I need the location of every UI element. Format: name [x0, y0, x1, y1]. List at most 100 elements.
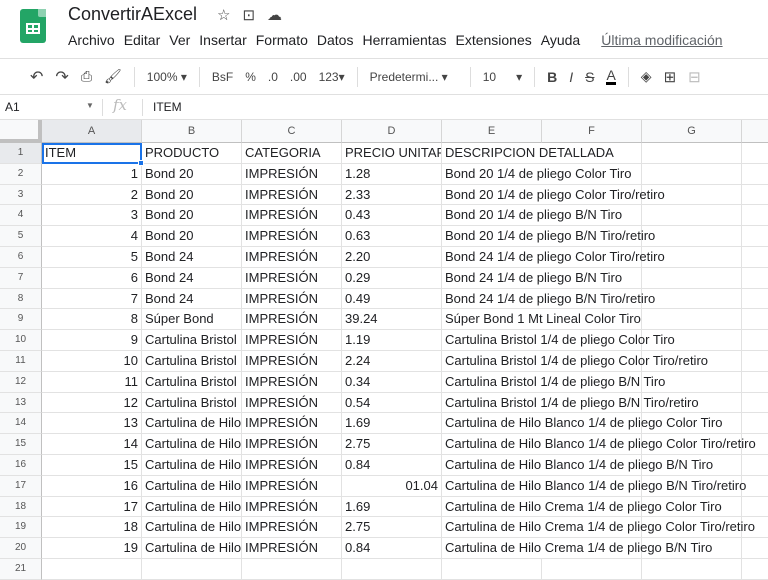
fill-handle[interactable] — [138, 160, 144, 166]
cell-E4[interactable]: Bond 20 1/4 de pliego B/N Tiro — [442, 205, 622, 227]
empty-cell[interactable] — [742, 185, 768, 206]
cell-A11[interactable]: 10 — [42, 351, 142, 372]
empty-cell[interactable] — [642, 559, 742, 580]
star-icon[interactable]: ☆ — [217, 6, 230, 24]
cell-C15[interactable]: IMPRESIÓN — [242, 434, 342, 455]
row-header[interactable]: 21 — [0, 559, 42, 580]
cell-D8[interactable]: 0.49 — [342, 288, 442, 310]
cell-E17[interactable]: Cartulina de Hilo Blanco 1/4 de pliego B… — [442, 476, 746, 497]
name-box-dropdown-icon[interactable]: ▼ — [86, 101, 94, 110]
cell-A19[interactable]: 18 — [42, 517, 142, 539]
cell-C16[interactable]: IMPRESIÓN — [242, 455, 342, 476]
cell-B4[interactable]: Bond 20 — [142, 205, 242, 227]
cell-D5[interactable]: 0.63 — [342, 226, 442, 247]
empty-cell[interactable] — [642, 267, 742, 289]
cell-A20[interactable]: 19 — [42, 538, 142, 559]
cell-C8[interactable]: IMPRESIÓN — [242, 288, 342, 310]
cell-B19[interactable]: Cartulina de Hilo — [142, 517, 242, 539]
column-header-h[interactable] — [742, 120, 768, 143]
strikethrough-button[interactable]: S — [585, 69, 594, 85]
cell-B5[interactable]: Bond 20 — [142, 226, 242, 247]
font-size-select[interactable]: 10 ▾ — [483, 70, 522, 84]
row-header[interactable]: 19 — [0, 517, 42, 539]
cell-A13[interactable]: 12 — [42, 392, 142, 414]
move-folder-icon[interactable]: ⊡ — [242, 6, 255, 24]
menu-ayuda[interactable]: Ayuda — [541, 32, 580, 48]
column-header-f[interactable]: F — [542, 120, 642, 143]
empty-cell[interactable] — [242, 559, 342, 580]
cell-B6[interactable]: Bond 24 — [142, 247, 242, 268]
row-header[interactable]: 13 — [0, 392, 42, 414]
cell-B3[interactable]: Bond 20 — [142, 184, 242, 206]
cell-E14[interactable]: Cartulina de Hilo Blanco 1/4 de pliego C… — [442, 413, 723, 435]
document-title[interactable]: ConvertirAExcel — [68, 4, 197, 25]
cell-E10[interactable]: Cartulina Bristol 1/4 de pliego Color Ti… — [442, 330, 675, 351]
cell-E20[interactable]: Cartulina de Hilo Crema 1/4 de pliego B/… — [442, 538, 712, 559]
cell-C10[interactable]: IMPRESIÓN — [242, 330, 342, 351]
cell-D9[interactable]: 39.24 — [342, 309, 442, 331]
row-header[interactable]: 10 — [0, 330, 42, 351]
empty-cell[interactable] — [742, 268, 768, 289]
cell-C5[interactable]: IMPRESIÓN — [242, 226, 342, 247]
empty-cell[interactable] — [742, 372, 768, 393]
cell-C7[interactable]: IMPRESIÓN — [242, 267, 342, 289]
column-header-c[interactable]: C — [242, 120, 342, 143]
cell-D1[interactable]: PRECIO UNITARIO — [342, 143, 442, 164]
empty-cell[interactable] — [42, 559, 142, 580]
merge-cells-icon[interactable]: ⊟ — [688, 68, 701, 86]
column-header-b[interactable]: B — [142, 120, 242, 143]
empty-cell[interactable] — [642, 163, 742, 185]
empty-cell[interactable] — [742, 143, 768, 164]
empty-cell[interactable] — [642, 288, 742, 310]
cell-D17[interactable]: 01.04 — [342, 475, 442, 497]
row-header[interactable]: 8 — [0, 288, 42, 310]
cell-C17[interactable]: IMPRESIÓN — [242, 475, 342, 497]
cell-B8[interactable]: Bond 24 — [142, 288, 242, 310]
bold-button[interactable]: B — [547, 69, 557, 85]
empty-cell[interactable] — [642, 309, 742, 331]
row-header[interactable]: 16 — [0, 455, 42, 476]
row-header[interactable]: 17 — [0, 475, 42, 497]
cell-E6[interactable]: Bond 24 1/4 de pliego Color Tiro/retiro — [442, 247, 665, 268]
cell-B10[interactable]: Cartulina Bristol — [142, 330, 242, 351]
row-header[interactable]: 11 — [0, 351, 42, 372]
cell-D16[interactable]: 0.84 — [342, 455, 442, 476]
empty-cell[interactable] — [742, 497, 768, 518]
increase-decimals-button[interactable]: .00 — [290, 70, 307, 84]
empty-cell[interactable] — [742, 351, 768, 372]
print-icon[interactable]: ⎙ — [81, 68, 92, 85]
row-header[interactable]: 9 — [0, 309, 42, 331]
empty-cell[interactable] — [742, 538, 768, 559]
empty-cell[interactable] — [742, 330, 768, 351]
cell-C12[interactable]: IMPRESIÓN — [242, 371, 342, 393]
menu-herramientas[interactable]: Herramientas — [362, 32, 446, 48]
row-header[interactable]: 15 — [0, 434, 42, 455]
cell-A16[interactable]: 15 — [42, 455, 142, 476]
row-header[interactable]: 7 — [0, 267, 42, 289]
formula-input[interactable]: ITEM — [153, 100, 182, 114]
column-header-g[interactable]: G — [642, 120, 742, 143]
cell-B15[interactable]: Cartulina de Hilo — [142, 434, 242, 455]
menu-insertar[interactable]: Insertar — [199, 32, 246, 48]
cell-E19[interactable]: Cartulina de Hilo Crema 1/4 de pliego Co… — [442, 517, 755, 539]
cell-D4[interactable]: 0.43 — [342, 205, 442, 227]
cell-B7[interactable]: Bond 24 — [142, 267, 242, 289]
row-header[interactable]: 14 — [0, 413, 42, 435]
cell-B18[interactable]: Cartulina de Hilo — [142, 496, 242, 518]
cell-C20[interactable]: IMPRESIÓN — [242, 538, 342, 559]
empty-cell[interactable] — [742, 559, 768, 580]
cell-C2[interactable]: IMPRESIÓN — [242, 163, 342, 185]
empty-cell[interactable] — [742, 289, 768, 310]
cell-D11[interactable]: 2.24 — [342, 351, 442, 372]
cell-E3[interactable]: Bond 20 1/4 de pliego Color Tiro/retiro — [442, 185, 665, 206]
row-header[interactable]: 18 — [0, 496, 42, 518]
cell-D20[interactable]: 0.84 — [342, 538, 442, 559]
cell-B2[interactable]: Bond 20 — [142, 163, 242, 185]
cell-D2[interactable]: 1.28 — [342, 163, 442, 185]
row-header[interactable]: 12 — [0, 371, 42, 393]
menu-extensiones[interactable]: Extensiones — [455, 32, 531, 48]
empty-cell[interactable] — [342, 559, 442, 580]
cell-C3[interactable]: IMPRESIÓN — [242, 184, 342, 206]
cloud-status-icon[interactable]: ☁ — [267, 6, 282, 24]
borders-icon[interactable]: ⊞ — [664, 68, 677, 86]
